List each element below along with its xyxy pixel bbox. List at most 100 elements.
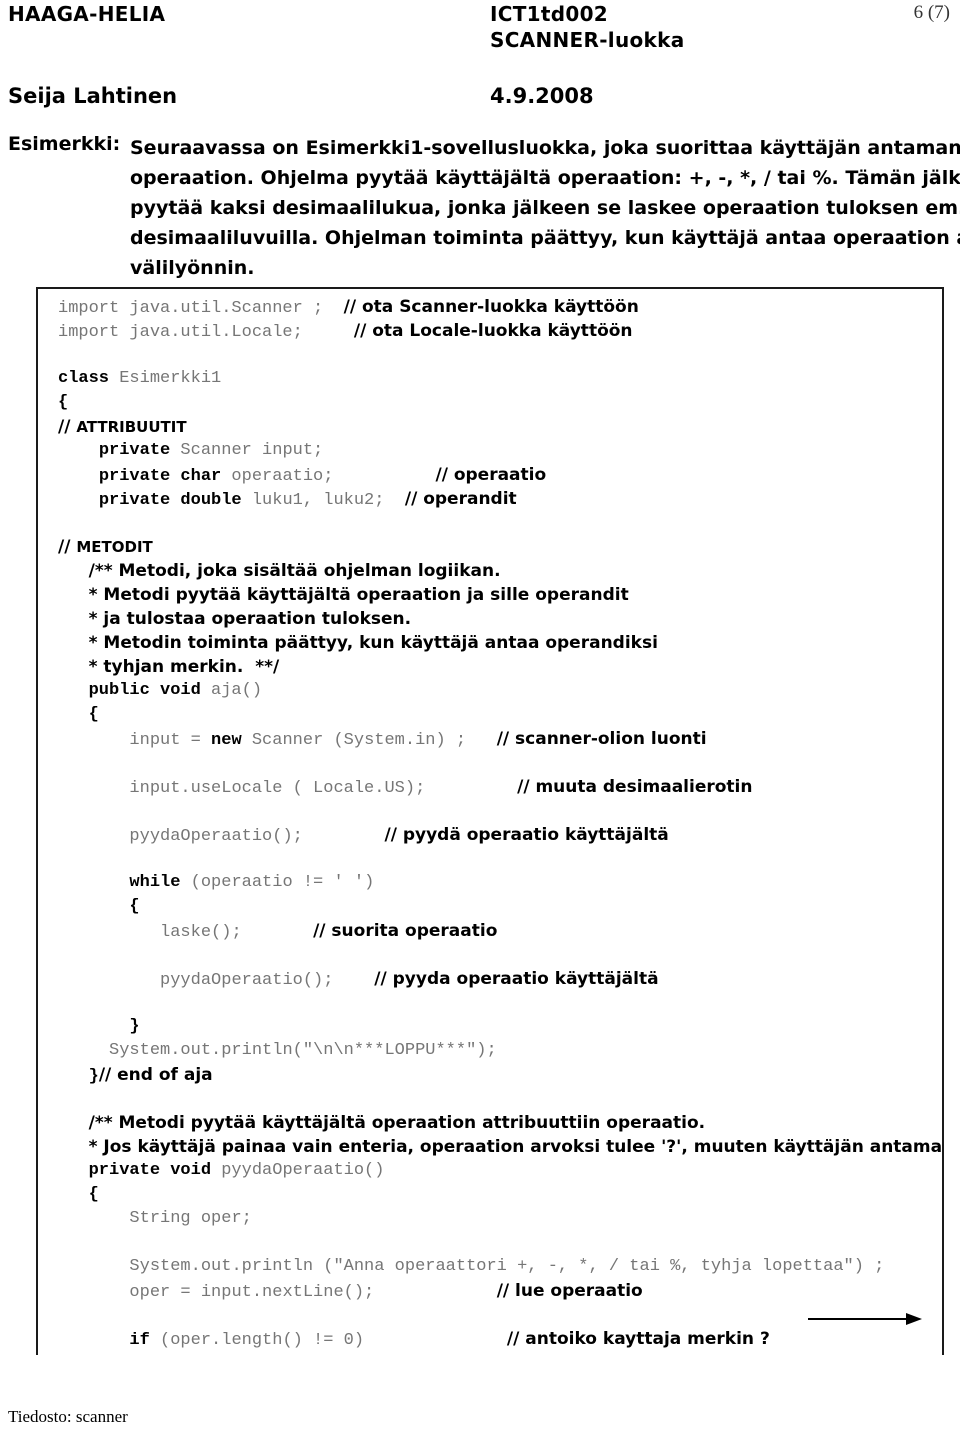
code-keyword: public void [88,681,201,700]
code-line: { [58,703,938,727]
code-gap [323,299,343,318]
code-javadoc: /** Metodi, joka sisältää ohjelman logii… [88,561,501,581]
code-line: * Metodin toiminta päättyy, kun käyttäjä… [58,631,938,655]
code-comment: // lue operaatio [496,1281,643,1301]
code-comment-label: ATTRIBUUTIT [76,418,187,436]
code-comment: // [58,417,77,437]
intro-label: Esimerkki: [8,133,121,155]
code-line: // METODIT [58,535,938,559]
code-line: System.out.println("\n\n***LOPPU***"); [58,1039,938,1063]
code-brace: { [58,393,69,412]
code-line: laske(); // suorita operaatio [58,919,938,943]
code-line: input.useLocale ( Locale.US); // muuta d… [58,775,938,799]
code-keyword: class [58,369,110,388]
code-javadoc: * Metodin toiminta päättyy, kun käyttäjä… [88,633,658,653]
code-text: import java.util.Scanner ; [58,299,324,318]
code-line: /** Metodi pyytää käyttäjältä operaation… [58,1111,938,1135]
code-comment: // operaatio [435,465,547,485]
code-javadoc: * ja tulostaa operaation tuloksen. [88,609,412,629]
code-text: input.useLocale ( Locale.US); [129,779,426,798]
code-gap [303,827,385,846]
code-line: if (oper.length() != 0) // antoiko kaytt… [58,1327,938,1351]
code-line: }// end of aja [58,1063,938,1087]
code-line: // ATTRIBUUTIT [58,415,938,439]
code-text: System.out.println ("Anna operaattori +,… [129,1257,885,1276]
code-comment: // suorita operaatio [313,921,498,941]
code-comment: // [58,537,77,557]
code-text: operaatio; [221,467,334,486]
code-comment: // end of aja [98,1065,213,1085]
intro-line: operaation. Ohjelma pyytää käyttäjältä o… [130,167,960,189]
page-number: 6 (7) [913,2,950,23]
code-text: System.out.println("\n\n***LOPPU***"); [109,1041,497,1060]
code-line: String oper; [58,1207,938,1231]
code-text: laske(); [160,923,242,942]
author-row: Seija Lahtinen 4.9.2008 [0,84,960,114]
code-keyword: private double [98,491,242,510]
code-text: Esimerkki1 [109,369,222,388]
code-comment-label: METODIT [76,538,153,556]
code-comment: // antoiko kayttaja merkin ? [506,1329,770,1349]
intro-line: Seuraavassa on Esimerkki1-sovellusluokka… [130,137,960,159]
code-text: (oper.length() != 0) [149,1331,365,1350]
code-keyword: private [98,441,171,460]
code-line: * Metodi pyytää käyttäjältä operaation j… [58,583,938,607]
code-javadoc: * tyhjan merkin. **/ [88,657,280,677]
document-date: 4.9.2008 [490,84,594,108]
code-brace: } [129,1017,140,1036]
intro-line: desimaaliluvuilla. Ohjelman toiminta pää… [130,227,960,249]
code-line: import java.util.Scanner ; // ota Scanne… [58,295,938,319]
code-line: System.out.println ("Anna operaattori +,… [58,1255,938,1279]
code-text: String oper; [129,1209,252,1228]
code-keyword: new [211,731,242,750]
code-line: * Jos käyttäjä painaa vain enteria, oper… [58,1135,942,1159]
code-comment: // ota Locale-luokka käyttöön [353,321,633,341]
organization-name: HAAGA-HELIA [8,2,166,26]
code-line: pyydaOperaatio(); // pyyda operaatio käy… [58,967,938,991]
code-text: (operaatio != ' ') [180,873,375,892]
document-subject: SCANNER-luokka [490,28,685,52]
code-comment: // scanner-olion luonti [496,729,707,749]
code-line: import java.util.Locale; // ota Locale-l… [58,319,938,343]
code-comment: // muuta desimaalierotin [517,777,753,797]
arrow-shaft [808,1318,908,1320]
author-name: Seija Lahtinen [8,84,178,108]
code-line: /** Metodi, joka sisältää ohjelman logii… [58,559,938,583]
code-line: pyydaOperaatio(); // pyydä operaatio käy… [58,823,938,847]
code-text: Scanner input; [170,441,324,460]
code-line: private double luku1, luku2; // operandi… [58,487,938,511]
code-line: public void aja() [58,679,938,703]
code-text: pyydaOperaatio(); [160,971,334,990]
course-code: ICT1td002 [490,2,609,26]
intro-paragraph: Seuraavassa on Esimerkki1-sovellusluokka… [130,133,960,283]
code-line: while (operaatio != ' ') [58,871,938,895]
code-line: * tyhjan merkin. **/ [58,655,938,679]
code-brace: { [129,897,140,916]
code-listing: import java.util.Scanner ; // ota Scanne… [58,295,942,1355]
